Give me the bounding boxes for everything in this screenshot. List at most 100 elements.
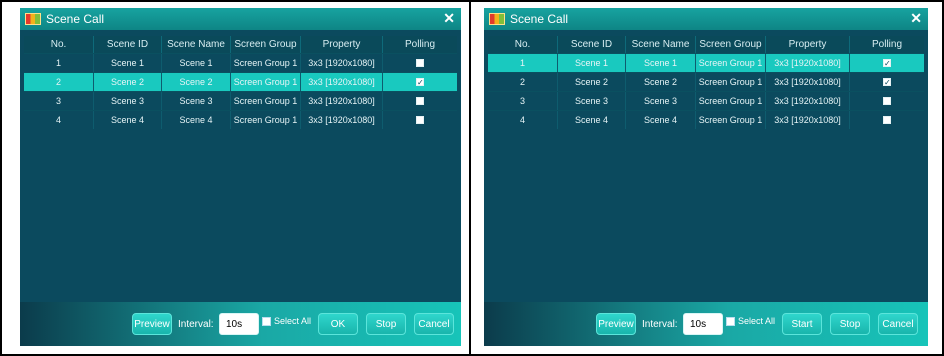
cell-scene-id: Scene 4 (558, 111, 626, 129)
cell-property: 3x3 [1920x1080] (301, 111, 383, 129)
polling-checkbox[interactable] (416, 59, 424, 67)
cell-screen-group: Screen Group 1 (231, 111, 301, 129)
scene-call-dialog: Scene Call ✕ No. Scene ID Scene Name Scr… (484, 8, 928, 346)
table-header: No. Scene ID Scene Name Screen Group Pro… (488, 36, 924, 53)
cell-scene-id: Scene 2 (558, 73, 626, 91)
cell-no: 3 (488, 92, 558, 110)
scene-call-dialog: Scene Call ✕ No. Scene ID Scene Name Scr… (20, 8, 461, 346)
cell-screen-group: Screen Group 1 (231, 92, 301, 110)
polling-checkbox[interactable] (416, 116, 424, 124)
column-header-polling[interactable]: Polling (850, 36, 924, 53)
column-header-scene-id[interactable]: Scene ID (558, 36, 626, 53)
dialog-title: Scene Call (510, 12, 569, 26)
interval-label: Interval: (178, 319, 214, 330)
cell-no: 4 (488, 111, 558, 129)
select-all-box[interactable] (262, 316, 271, 326)
cell-screen-group: Screen Group 1 (696, 92, 766, 110)
polling-checkbox[interactable] (883, 97, 891, 105)
title-bar: Scene Call ✕ (20, 8, 461, 30)
column-header-property[interactable]: Property (301, 36, 383, 53)
cell-screen-group: Screen Group 1 (696, 73, 766, 91)
scene-table: No. Scene ID Scene Name Screen Group Pro… (488, 36, 924, 300)
app-grid-icon (489, 13, 505, 25)
cell-scene-name: Scene 3 (626, 92, 696, 110)
app-grid-icon (25, 13, 41, 25)
cell-property: 3x3 [1920x1080] (766, 54, 850, 72)
cell-scene-id: Scene 1 (558, 54, 626, 72)
table-row[interactable]: 4 Scene 4 Scene 4 Screen Group 1 3x3 [19… (488, 110, 924, 129)
cell-scene-name: Scene 3 (162, 92, 231, 110)
column-header-property[interactable]: Property (766, 36, 850, 53)
cell-scene-id: Scene 2 (94, 73, 162, 91)
column-header-screen-group[interactable]: Screen Group (696, 36, 766, 53)
interval-input[interactable]: 10s (219, 313, 259, 335)
cell-no: 1 (488, 54, 558, 72)
cancel-button[interactable]: Cancel (878, 313, 918, 335)
select-all-label: Select All (738, 316, 776, 326)
action-bar: Preview Interval: 10s Select All OK Stop… (20, 302, 461, 346)
column-header-polling[interactable]: Polling (383, 36, 457, 53)
polling-checkbox[interactable] (883, 116, 891, 124)
cell-property: 3x3 [1920x1080] (301, 92, 383, 110)
table-row-selected[interactable]: 2 Scene 2 Scene 2 Screen Group 1 3x3 [19… (24, 72, 457, 91)
stop-button[interactable]: Stop (830, 313, 870, 335)
cell-polling: ✓ (850, 73, 924, 91)
cell-scene-name: Scene 2 (162, 73, 231, 91)
column-header-screen-group[interactable]: Screen Group (231, 36, 301, 53)
cell-screen-group: Screen Group 1 (231, 73, 301, 91)
cell-no: 2 (488, 73, 558, 91)
cell-polling (850, 92, 924, 110)
scene-table: No. Scene ID Scene Name Screen Group Pro… (24, 36, 457, 300)
cell-screen-group: Screen Group 1 (231, 54, 301, 72)
dialog-title: Scene Call (46, 12, 105, 26)
table-row[interactable]: 3 Scene 3 Scene 3 Screen Group 1 3x3 [19… (488, 91, 924, 110)
title-bar: Scene Call ✕ (484, 8, 928, 30)
cell-scene-id: Scene 1 (94, 54, 162, 72)
cell-no: 4 (24, 111, 94, 129)
select-all-box[interactable] (726, 316, 735, 326)
interval-input[interactable]: 10s (683, 313, 723, 335)
cell-property: 3x3 [1920x1080] (766, 111, 850, 129)
column-header-no[interactable]: No. (24, 36, 94, 53)
polling-checkbox-checked[interactable]: ✓ (883, 59, 891, 68)
cell-scene-id: Scene 3 (558, 92, 626, 110)
table-row[interactable]: 2 Scene 2 Scene 2 Screen Group 1 3x3 [19… (488, 72, 924, 91)
cell-no: 3 (24, 92, 94, 110)
polling-checkbox-checked[interactable]: ✓ (883, 78, 891, 87)
polling-checkbox[interactable] (416, 97, 424, 105)
interval-label: Interval: (642, 319, 678, 330)
cell-screen-group: Screen Group 1 (696, 111, 766, 129)
cancel-button[interactable]: Cancel (414, 313, 454, 335)
column-header-scene-id[interactable]: Scene ID (94, 36, 162, 53)
cell-scene-name: Scene 4 (162, 111, 231, 129)
cell-scene-name: Scene 1 (162, 54, 231, 72)
table-row-selected[interactable]: 1 Scene 1 Scene 1 Screen Group 1 3x3 [19… (488, 53, 924, 72)
cell-polling (850, 111, 924, 129)
select-all-checkbox[interactable]: Select All (262, 316, 311, 326)
table-row[interactable]: 4 Scene 4 Scene 4 Screen Group 1 3x3 [19… (24, 110, 457, 129)
stop-button[interactable]: Stop (366, 313, 406, 335)
preview-button[interactable]: Preview (596, 313, 636, 335)
start-button[interactable]: Start (782, 313, 822, 335)
select-all-label: Select All (274, 316, 312, 326)
column-header-scene-name[interactable]: Scene Name (162, 36, 231, 53)
cell-scene-name: Scene 1 (626, 54, 696, 72)
cell-polling (383, 111, 457, 129)
column-header-scene-name[interactable]: Scene Name (626, 36, 696, 53)
cell-scene-id: Scene 4 (94, 111, 162, 129)
cell-scene-name: Scene 2 (626, 73, 696, 91)
screenshot-left: Scene Call ✕ No. Scene ID Scene Name Scr… (0, 0, 471, 356)
close-icon[interactable]: ✕ (910, 10, 922, 26)
preview-button[interactable]: Preview (132, 313, 172, 335)
select-all-checkbox[interactable]: Select All (726, 316, 775, 326)
polling-checkbox-checked[interactable]: ✓ (416, 78, 424, 87)
close-icon[interactable]: ✕ (443, 10, 455, 26)
ok-button[interactable]: OK (318, 313, 358, 335)
table-row[interactable]: 1 Scene 1 Scene 1 Screen Group 1 3x3 [19… (24, 53, 457, 72)
cell-property: 3x3 [1920x1080] (301, 73, 383, 91)
cell-no: 1 (24, 54, 94, 72)
column-header-no[interactable]: No. (488, 36, 558, 53)
cell-scene-name: Scene 4 (626, 111, 696, 129)
table-row[interactable]: 3 Scene 3 Scene 3 Screen Group 1 3x3 [19… (24, 91, 457, 110)
table-header: No. Scene ID Scene Name Screen Group Pro… (24, 36, 457, 53)
